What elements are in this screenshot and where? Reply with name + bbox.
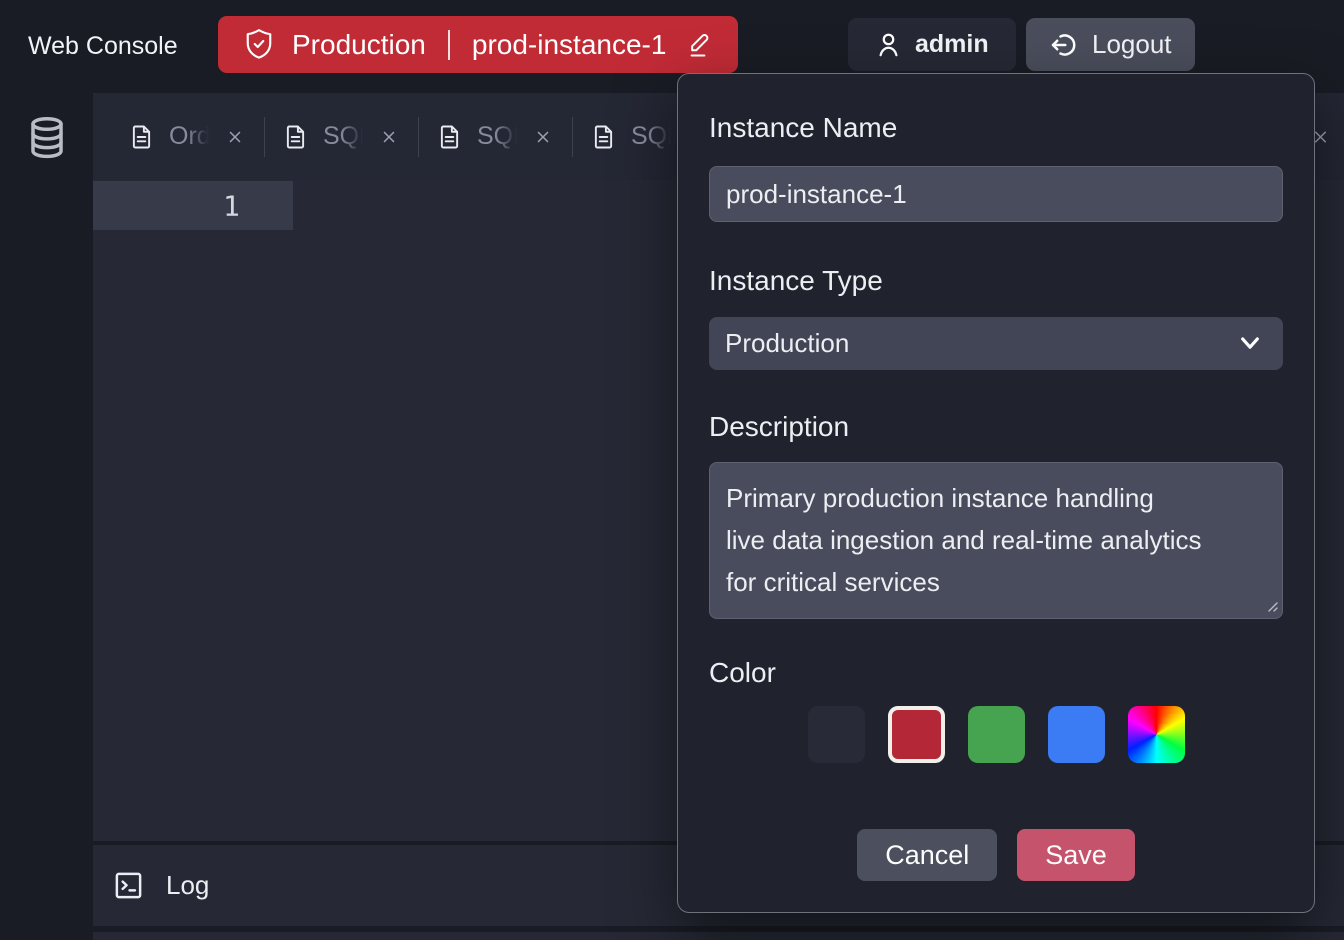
dialog-button-row: Cancel Save <box>709 829 1283 881</box>
log-label: Log <box>166 870 209 901</box>
active-line-gutter: 1 <box>93 181 293 230</box>
tabs-row: Ord SQL <box>93 93 727 180</box>
terminal-icon <box>113 870 144 901</box>
color-label: Color <box>709 657 1283 689</box>
file-text-icon <box>593 124 614 150</box>
save-button[interactable]: Save <box>1017 829 1135 881</box>
tab-label: SQL <box>323 122 363 151</box>
logout-label: Logout <box>1092 29 1172 60</box>
tab-label: Ord <box>169 122 209 151</box>
bottom-strip <box>93 932 1344 940</box>
tab[interactable]: SQL <box>265 93 418 180</box>
tab-label: SQL <box>477 122 517 151</box>
badge-divider <box>448 30 450 60</box>
line-number: 1 <box>223 189 240 222</box>
color-swatch-blue[interactable] <box>1048 706 1105 763</box>
instance-name-label: Instance Name <box>709 112 1283 144</box>
shield-check-icon <box>244 28 274 61</box>
edit-pencil-icon <box>684 30 712 60</box>
instance-name-input[interactable] <box>709 166 1283 222</box>
screen: Web Console Production prod-instance-1 <box>0 0 1344 940</box>
color-swatch-row <box>709 706 1283 763</box>
instance-badge-button[interactable]: Production prod-instance-1 <box>218 16 738 73</box>
tab-close-icon[interactable] <box>226 128 244 146</box>
tab[interactable]: SQL <box>419 93 572 180</box>
logout-arrow-icon <box>1049 30 1079 60</box>
user-icon <box>875 30 902 59</box>
file-text-icon <box>131 124 152 150</box>
user-chip: admin <box>848 18 1016 71</box>
instance-type-select[interactable]: Production <box>709 317 1283 370</box>
description-label: Description <box>709 411 1283 443</box>
tab-close-icon[interactable] <box>534 128 552 146</box>
database-icon-button[interactable] <box>0 93 93 162</box>
color-swatch-rainbow[interactable] <box>1128 706 1185 763</box>
app-title: Web Console <box>28 0 178 93</box>
cancel-button[interactable]: Cancel <box>857 829 997 881</box>
instance-settings-dialog: Instance Name Instance Type Production D… <box>677 73 1315 913</box>
description-textarea-wrap: Primary production instance handling liv… <box>709 462 1283 619</box>
description-textarea[interactable]: Primary production instance handling liv… <box>709 462 1283 619</box>
tab-label: SQL <box>631 122 671 151</box>
file-text-icon <box>439 124 460 150</box>
instance-type-label: Instance Type <box>709 265 1283 297</box>
tab[interactable]: Ord <box>111 93 264 180</box>
color-swatch-green[interactable] <box>968 706 1025 763</box>
color-swatch-red[interactable] <box>888 706 945 763</box>
chevron-down-icon <box>1239 336 1261 351</box>
instance-type-value: Production <box>725 328 849 359</box>
file-text-icon <box>285 124 306 150</box>
environment-label: Production <box>292 29 426 61</box>
instance-name-label: prod-instance-1 <box>472 29 667 61</box>
logout-button[interactable]: Logout <box>1026 18 1195 71</box>
user-name-label: admin <box>915 30 989 59</box>
database-icon <box>26 115 68 161</box>
color-swatch-default[interactable] <box>808 706 865 763</box>
sidebar <box>0 93 93 940</box>
tab-close-icon[interactable] <box>380 128 398 146</box>
